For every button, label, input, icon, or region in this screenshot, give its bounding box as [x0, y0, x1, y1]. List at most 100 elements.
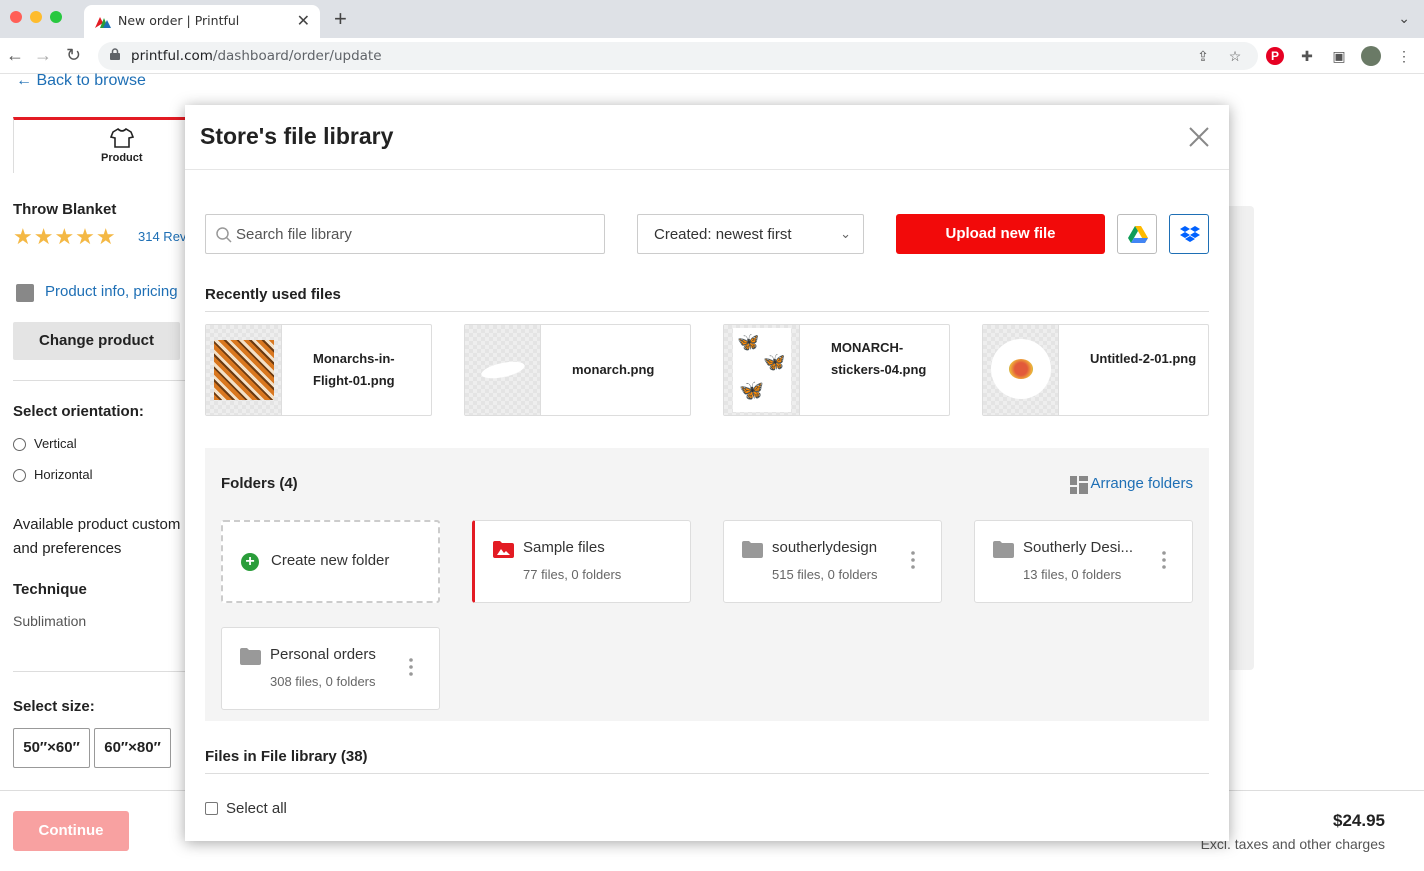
folder-meta: 515 files, 0 folders — [772, 567, 878, 582]
change-product-button[interactable]: Change product — [13, 322, 180, 360]
search-input[interactable] — [205, 214, 605, 254]
folder-icon — [993, 541, 1014, 558]
file-library-modal: Store's file library Created: newest fir… — [185, 105, 1229, 841]
search-field[interactable] — [236, 215, 596, 253]
kebab-menu-icon[interactable] — [1162, 551, 1166, 569]
reviews-link[interactable]: 314 Rev — [138, 229, 186, 244]
folders-title: Folders (4) — [221, 475, 298, 492]
minimize-window-button[interactable] — [30, 11, 42, 23]
orientation-vertical-radio[interactable]: Vertical — [13, 436, 77, 452]
chevron-down-icon: ⌄ — [840, 226, 851, 241]
divider — [13, 671, 188, 672]
browser-toolbar: ← → ↻ printful.com/dashboard/order/updat… — [0, 38, 1424, 74]
white-brush-image — [480, 358, 526, 382]
radio-icon — [13, 438, 26, 452]
url-text: printful.com/dashboard/order/update — [131, 48, 382, 64]
size-option-50x60[interactable]: 50″×60″ — [13, 728, 90, 768]
extensions-puzzle-icon[interactable]: ✚ — [1298, 47, 1316, 65]
create-folder-button[interactable]: + Create new folder — [221, 520, 440, 603]
folder-icon — [240, 648, 261, 665]
back-arrow-icon[interactable]: ← — [6, 45, 24, 66]
monarch-pattern-image — [214, 340, 274, 400]
folder-name: Sample files — [523, 539, 605, 556]
tab-close-icon[interactable]: ✕ — [297, 11, 310, 31]
size-label: Select size: — [13, 698, 95, 715]
divider — [205, 311, 1209, 312]
google-drive-button[interactable] — [1117, 214, 1157, 254]
zoom-window-button[interactable] — [50, 11, 62, 23]
pinterest-extension-icon[interactable]: P — [1266, 47, 1284, 65]
folder-name: southerlydesign — [772, 539, 878, 556]
browser-tab-bar: New order | Printful ✕ + ⌄ — [0, 0, 1424, 38]
folder-card-southerly-desi[interactable]: Southerly Desi... 13 files, 0 folders — [974, 520, 1193, 603]
create-folder-label: Create new folder — [271, 552, 390, 569]
recent-file-card[interactable]: 🦋 🦋 🦋 MONARCH-stickers-04.png — [723, 324, 950, 416]
folder-meta: 13 files, 0 folders — [1023, 567, 1122, 582]
folders-panel: Folders (4) Arrange folders + Create new… — [205, 448, 1209, 721]
back-to-browse-link[interactable]: ← Back to browse — [16, 72, 146, 90]
recent-file-card[interactable]: monarch.png — [464, 324, 691, 416]
folder-name: Southerly Desi... — [1023, 539, 1134, 556]
search-icon — [216, 227, 232, 243]
sort-dropdown[interactable]: Created: newest first ⌄ — [637, 214, 864, 254]
tab-title: New order | Printful — [118, 13, 240, 28]
file-name: monarch.png — [572, 362, 655, 377]
rating-stars: ★★★★★ — [13, 224, 117, 249]
checkbox-icon — [205, 801, 218, 815]
close-icon[interactable] — [1187, 125, 1211, 149]
image-folder-icon — [493, 541, 514, 558]
product-name: Throw Blanket — [13, 201, 117, 218]
lock-icon — [110, 48, 120, 60]
google-drive-icon — [1128, 226, 1148, 243]
size-option-60x80[interactable]: 60″×80″ — [94, 728, 171, 768]
profile-avatar[interactable] — [1361, 46, 1381, 66]
share-icon[interactable]: ⇪ — [1194, 47, 1212, 65]
side-panel-icon[interactable]: ▣ — [1330, 47, 1348, 65]
select-all-checkbox[interactable]: Select all — [205, 800, 287, 817]
file-thumbnail — [465, 325, 541, 415]
close-window-button[interactable] — [10, 11, 22, 23]
printful-favicon-icon — [95, 17, 111, 28]
sort-label: Created: newest first — [654, 226, 792, 243]
file-thumbnail — [983, 325, 1059, 415]
folder-meta: 308 files, 0 folders — [270, 674, 376, 689]
arrange-grid-icon — [1070, 476, 1088, 494]
product-tab-label: Product — [101, 152, 143, 164]
browser-tab[interactable]: New order | Printful ✕ — [84, 5, 320, 38]
new-tab-icon[interactable]: + — [334, 6, 347, 32]
browser-menu-icon[interactable]: ⋮ — [1395, 47, 1413, 65]
upload-new-file-button[interactable]: Upload new file — [896, 214, 1105, 254]
tshirt-icon — [110, 128, 134, 148]
dropbox-button[interactable] — [1169, 214, 1209, 254]
forward-arrow-icon[interactable]: → — [34, 45, 52, 66]
modal-header: Store's file library — [185, 105, 1229, 170]
folder-card-southerlydesign[interactable]: southerlydesign 515 files, 0 folders — [723, 520, 942, 603]
technique-value: Sublimation — [13, 613, 87, 629]
divider — [13, 380, 188, 381]
dropbox-icon — [1180, 226, 1200, 242]
product-preview — [1228, 206, 1254, 670]
available-customization-text: Available product custom and preferences — [13, 516, 181, 557]
tab-product[interactable]: Product — [13, 117, 193, 173]
butterfly-icon: 🦋 — [737, 332, 760, 352]
recent-file-card[interactable]: Monarchs-in-Flight-01.png — [205, 324, 432, 416]
arrange-folders-link[interactable]: Arrange folders — [1090, 475, 1193, 492]
file-name: Monarchs-in-Flight-01.png — [313, 351, 395, 388]
modal-title: Store's file library — [200, 123, 394, 149]
bookmark-star-icon[interactable]: ☆ — [1226, 47, 1244, 65]
product-info-link[interactable]: Product info, pricing — [45, 283, 178, 300]
address-bar[interactable]: printful.com/dashboard/order/update ⇪ ☆ — [98, 42, 1258, 70]
folder-card-sample-files[interactable]: Sample files 77 files, 0 folders — [472, 520, 691, 603]
reload-icon[interactable]: ↻ — [66, 45, 81, 66]
technique-label: Technique — [13, 581, 87, 598]
plus-icon: + — [241, 553, 259, 571]
folder-card-personal-orders[interactable]: Personal orders 308 files, 0 folders — [221, 627, 440, 710]
kebab-menu-icon[interactable] — [409, 658, 413, 676]
recent-files-title: Recently used files — [205, 286, 341, 303]
files-title: Files in File library (38) — [205, 748, 368, 765]
recent-file-card[interactable]: Untitled-2-01.png — [982, 324, 1209, 416]
continue-button[interactable]: Continue — [13, 811, 129, 851]
kebab-menu-icon[interactable] — [911, 551, 915, 569]
tab-search-chevron-icon[interactable]: ⌄ — [1398, 10, 1410, 27]
orientation-horizontal-radio[interactable]: Horizontal — [13, 467, 93, 483]
